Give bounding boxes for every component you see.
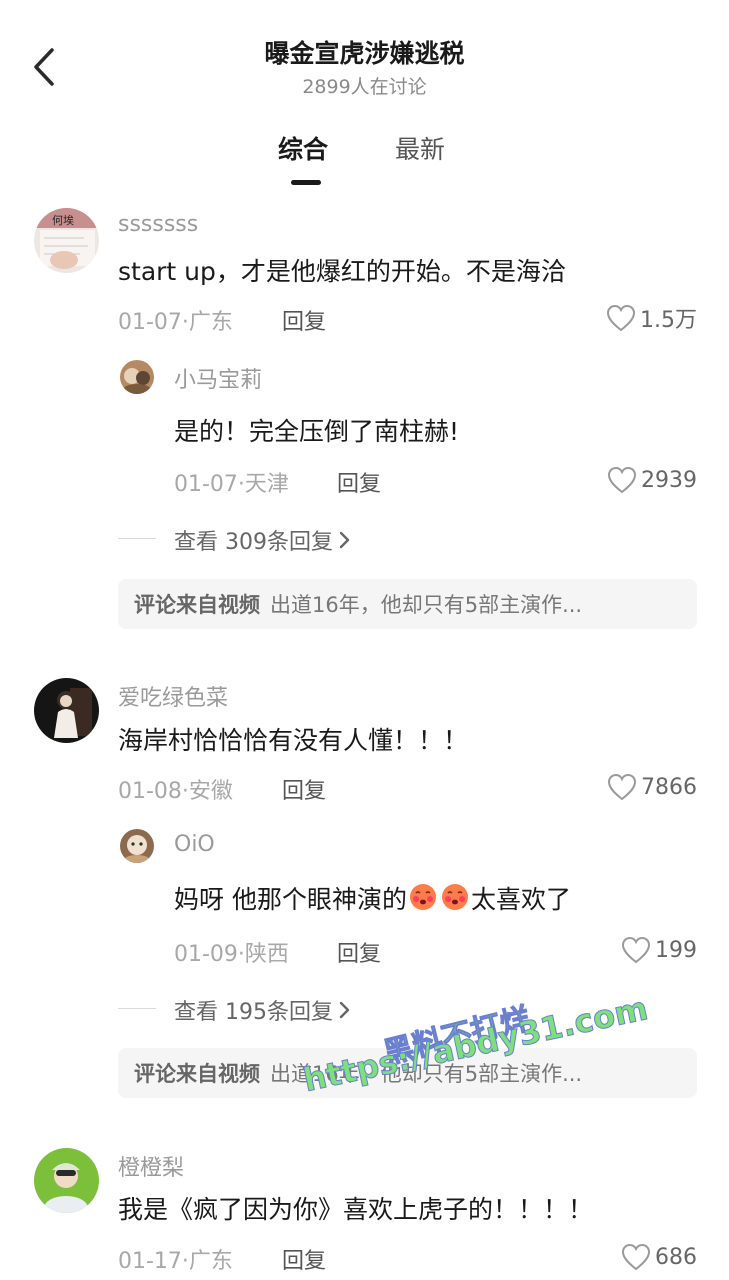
chevron-right-icon: [339, 1001, 350, 1019]
view-more-replies[interactable]: 查看 195条回复: [174, 994, 351, 1026]
reply-text: 妈呀 他那个眼神演的 太喜欢了: [174, 880, 571, 916]
reply-button[interactable]: 回复: [282, 304, 326, 336]
comment-text: start up，才是他爆红的开始。不是海洽: [118, 257, 566, 286]
username[interactable]: 爱吃绿色菜: [118, 680, 228, 712]
heart-outline-icon: [606, 304, 636, 332]
reply-avatar[interactable]: [120, 360, 154, 394]
like-button[interactable]: 7866: [607, 773, 697, 801]
reply-avatar[interactable]: [120, 829, 154, 863]
heart-outline-icon: [607, 466, 637, 494]
active-tab-indicator: [291, 180, 321, 185]
view-more-replies[interactable]: 查看 309条回复: [174, 524, 351, 556]
reply-username[interactable]: 小马宝莉: [174, 362, 262, 394]
comment-date-location: 01-08·安徽: [118, 779, 233, 804]
video-source-box[interactable]: 评论来自视频 出道16年，他却只有5部主演作...: [118, 579, 697, 629]
username[interactable]: 橙橙梨: [118, 1150, 184, 1182]
like-button[interactable]: 2939: [607, 466, 697, 494]
tab-comprehensive[interactable]: 综合: [278, 130, 328, 166]
like-count: 1.5万: [640, 308, 697, 333]
reply-button[interactable]: 回复: [282, 773, 326, 805]
reply-date-location: 01-07·天津: [174, 472, 289, 497]
discussion-count: 2899人在讨论: [302, 76, 427, 98]
like-button[interactable]: 199: [621, 936, 697, 964]
avatar[interactable]: [34, 678, 99, 743]
video-source-box[interactable]: 评论来自视频 出道16年，他却只有5部主演作...: [118, 1048, 697, 1098]
heart-outline-icon: [621, 1243, 651, 1271]
source-text: 出道16年，他却只有5部主演作...: [270, 1062, 583, 1086]
page-title: 曝金宣虎涉嫌逃税: [264, 39, 465, 68]
reply-button[interactable]: 回复: [337, 466, 381, 498]
source-label: 评论来自视频: [134, 593, 260, 617]
source-label: 评论来自视频: [134, 1062, 260, 1086]
tab-latest[interactable]: 最新: [395, 130, 445, 166]
like-count: 199: [655, 937, 697, 963]
like-count: 686: [655, 1244, 697, 1270]
source-text: 出道16年，他却只有5部主演作...: [270, 593, 583, 617]
like-count: 2939: [641, 467, 697, 493]
like-count: 7866: [641, 774, 697, 800]
reply-date-location: 01-09·陕西: [174, 942, 289, 967]
reply-text-after: 太喜欢了: [470, 885, 571, 914]
avatar-caption: 何埃: [52, 214, 74, 227]
heart-outline-icon: [621, 936, 651, 964]
blush-emoji-icon: [441, 884, 468, 910]
reply-button[interactable]: 回复: [282, 1243, 326, 1275]
blush-emoji-icon: [409, 884, 436, 910]
avatar[interactable]: [34, 1148, 99, 1213]
like-button[interactable]: 686: [621, 1243, 697, 1271]
divider-line: [118, 538, 156, 539]
reply-text: 是的！完全压倒了南柱赫!: [174, 417, 460, 446]
chevron-right-icon: [339, 531, 350, 549]
avatar[interactable]: 何埃: [34, 208, 99, 273]
comment-date-location: 01-07·广东: [118, 310, 233, 335]
comment-text: 海岸村恰恰恰有没有人懂！！！: [118, 726, 469, 755]
view-more-label: 查看 195条回复: [174, 1000, 333, 1025]
header: 曝金宣虎涉嫌逃税 2899人在讨论 综合 最新: [0, 0, 729, 200]
heart-outline-icon: [607, 773, 637, 801]
reply-username[interactable]: OiO: [174, 832, 215, 857]
view-more-label: 查看 309条回复: [174, 530, 333, 555]
like-button[interactable]: 1.5万: [606, 302, 697, 334]
divider-line: [118, 1008, 156, 1009]
comment-date-location: 01-17·广东: [118, 1249, 233, 1274]
comment-text: 我是《疯了因为你》喜欢上虎子的！！！！: [118, 1195, 594, 1224]
username[interactable]: sssssss: [118, 212, 198, 237]
reply-button[interactable]: 回复: [337, 936, 381, 968]
reply-text-before: 妈呀 他那个眼神演的: [174, 885, 407, 914]
